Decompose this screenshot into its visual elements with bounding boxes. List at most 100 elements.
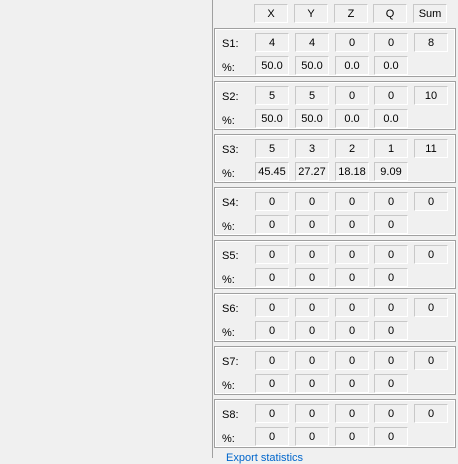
percent-label: %: <box>222 327 235 339</box>
percent-cell: 0 <box>295 427 329 446</box>
pane-divider <box>212 0 213 458</box>
sum-cell: 0 <box>414 351 448 370</box>
count-cell: 0 <box>255 351 289 370</box>
count-cell: 0 <box>255 298 289 317</box>
column-header-z: Z <box>334 4 368 23</box>
stats-row-s8: S8:%: 0 0 0 0 0 0 0 0 0 <box>214 399 456 448</box>
percent-label: %: <box>222 380 235 392</box>
count-cell: 4 <box>295 33 329 52</box>
percent-cell: 45.45 <box>255 162 289 181</box>
percent-label: %: <box>222 433 235 445</box>
stats-row-s4: S4:%: 0 0 0 0 0 0 0 0 0 <box>214 187 456 236</box>
percent-cell: 9.09 <box>374 162 408 181</box>
percent-cell: 0.0 <box>374 109 408 128</box>
percent-cell: 0 <box>374 321 408 340</box>
count-cell: 5 <box>255 139 289 158</box>
percent-cell: 0 <box>335 268 369 287</box>
percent-cell: 0 <box>295 321 329 340</box>
stats-row-s3: S3:%: 5 45.45 3 27.27 2 18.18 1 9.09 11 <box>214 134 456 183</box>
count-cell: 0 <box>335 192 369 211</box>
column-header-q: Q <box>373 4 407 23</box>
percent-cell: 0 <box>335 374 369 393</box>
column-header-x: X <box>254 4 288 23</box>
count-cell: 0 <box>335 86 369 105</box>
percent-cell: 0.0 <box>335 56 369 75</box>
sum-cell: 0 <box>414 298 448 317</box>
sum-cell: 10 <box>414 86 448 105</box>
percent-cell: 0 <box>255 215 289 234</box>
count-cell: 0 <box>295 245 329 264</box>
sum-cell: 8 <box>414 33 448 52</box>
column-header-row: X Y Z Q Sum <box>213 0 458 28</box>
percent-cell: 0.0 <box>335 109 369 128</box>
sum-cell: 0 <box>414 245 448 264</box>
column-header-y: Y <box>294 4 328 23</box>
row-label: S7: <box>222 356 239 368</box>
percent-cell: 50.0 <box>295 109 329 128</box>
percent-cell: 0 <box>255 268 289 287</box>
percent-cell: 0 <box>374 268 408 287</box>
row-label: S1: <box>222 38 239 50</box>
percent-cell: 50.0 <box>295 56 329 75</box>
count-cell: 5 <box>255 86 289 105</box>
sum-cell: 0 <box>414 192 448 211</box>
export-statistics-link[interactable]: Export statistics <box>226 452 303 464</box>
row-label: S4: <box>222 197 239 209</box>
count-cell: 2 <box>335 139 369 158</box>
percent-cell: 0 <box>374 427 408 446</box>
percent-cell: 0.0 <box>374 56 408 75</box>
percent-cell: 0 <box>295 215 329 234</box>
percent-cell: 0 <box>255 374 289 393</box>
percent-label: %: <box>222 221 235 233</box>
count-cell: 0 <box>335 245 369 264</box>
percent-cell: 0 <box>335 215 369 234</box>
row-label: S2: <box>222 91 239 103</box>
percent-cell: 18.18 <box>335 162 369 181</box>
count-cell: 0 <box>295 404 329 423</box>
count-cell: 5 <box>295 86 329 105</box>
count-cell: 3 <box>295 139 329 158</box>
percent-cell: 50.0 <box>255 109 289 128</box>
column-header-sum: Sum <box>413 4 447 23</box>
count-cell: 0 <box>374 33 408 52</box>
count-cell: 0 <box>255 245 289 264</box>
count-cell: 0 <box>374 298 408 317</box>
row-label: S3: <box>222 144 239 156</box>
stats-row-s7: S7:%: 0 0 0 0 0 0 0 0 0 <box>214 346 456 395</box>
count-cell: 0 <box>255 192 289 211</box>
row-label: S5: <box>222 250 239 262</box>
count-cell: 4 <box>255 33 289 52</box>
percent-cell: 0 <box>374 374 408 393</box>
count-cell: 0 <box>295 192 329 211</box>
count-cell: 0 <box>335 351 369 370</box>
row-label: S8: <box>222 409 239 421</box>
count-cell: 0 <box>374 351 408 370</box>
count-cell: 0 <box>374 192 408 211</box>
percent-label: %: <box>222 115 235 127</box>
percent-cell: 0 <box>335 321 369 340</box>
stats-row-s1: S1:%: 4 50.0 4 50.0 0 0.0 0 0.0 8 <box>214 28 456 77</box>
percent-cell: 0 <box>335 427 369 446</box>
percent-label: %: <box>222 274 235 286</box>
percent-cell: 0 <box>295 268 329 287</box>
left-empty-pane <box>0 0 212 458</box>
row-label: S6: <box>222 303 239 315</box>
percent-label: %: <box>222 62 235 74</box>
percent-cell: 50.0 <box>255 56 289 75</box>
percent-cell: 0 <box>255 427 289 446</box>
stats-row-s5: S5:%: 0 0 0 0 0 0 0 0 0 <box>214 240 456 289</box>
count-cell: 0 <box>374 245 408 264</box>
count-cell: 0 <box>335 33 369 52</box>
count-cell: 0 <box>335 298 369 317</box>
percent-cell: 0 <box>374 215 408 234</box>
percent-cell: 0 <box>295 374 329 393</box>
stats-row-s2: S2:%: 5 50.0 5 50.0 0 0.0 0 0.0 10 <box>214 81 456 130</box>
count-cell: 0 <box>335 404 369 423</box>
count-cell: 0 <box>374 86 408 105</box>
percent-cell: 0 <box>255 321 289 340</box>
percent-cell: 27.27 <box>295 162 329 181</box>
sum-cell: 0 <box>414 404 448 423</box>
count-cell: 1 <box>374 139 408 158</box>
count-cell: 0 <box>295 298 329 317</box>
stats-row-s6: S6:%: 0 0 0 0 0 0 0 0 0 <box>214 293 456 342</box>
